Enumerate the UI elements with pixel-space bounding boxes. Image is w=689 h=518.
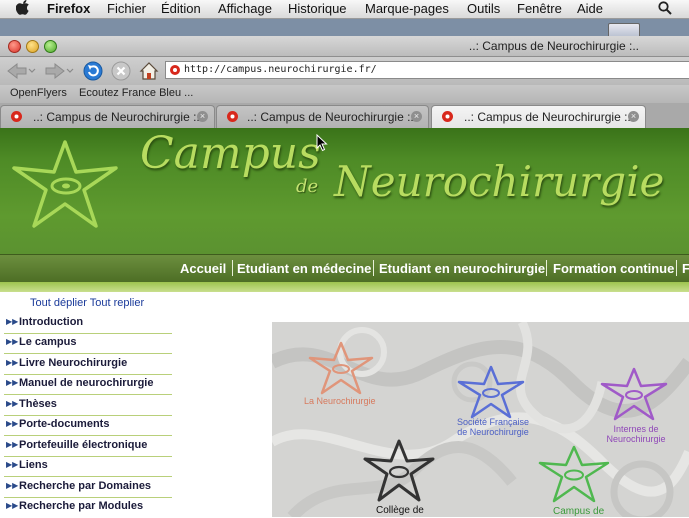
sidebar-item-livre[interactable]: ▶▶ Livre Neurochirurgie xyxy=(4,355,172,375)
node-label-sfn[interactable]: Société Française de Neurochirurgie xyxy=(451,417,535,437)
tab-close-icon[interactable]: × xyxy=(411,111,422,122)
menu-marque-pages[interactable]: Marque-pages xyxy=(365,1,449,16)
sidebar-item-introduction[interactable]: ▶▶ Introduction xyxy=(4,314,172,334)
banner-title-neurochirurgie: Neurochirurgie xyxy=(334,157,665,206)
sidebar-item-porte-documents[interactable]: ▶▶ Porte-documents xyxy=(4,416,172,436)
menu-firefox[interactable]: Firefox xyxy=(47,1,90,16)
mac-menu-bar: Firefox Fichier Édition Affichage Histor… xyxy=(0,0,689,19)
site-favicon-icon xyxy=(169,64,181,79)
tab-2[interactable]: ..: Campus de Neurochirurgie :.. × xyxy=(216,105,429,128)
site-navigation: Accueil Etudiant en médecine Etudiant en… xyxy=(0,254,689,282)
sidebar-item-theses[interactable]: ▶▶ Thèses xyxy=(4,396,172,416)
tab-favicon-icon xyxy=(226,110,239,123)
tab-bar: ..: Campus de Neurochirurgie :.. × ..: C… xyxy=(0,103,689,128)
main-neuron-map: La Neurochirurgie Société Française de N… xyxy=(272,322,689,517)
menu-fichier[interactable]: Fichier xyxy=(107,1,146,16)
nav-more[interactable]: F xyxy=(682,261,689,276)
nav-separator xyxy=(546,260,547,276)
nav-etudiant-medecine[interactable]: Etudiant en médecine xyxy=(237,261,371,276)
sidebar-item-recherche-modules[interactable]: ▶▶ Recherche par Modules xyxy=(4,498,172,518)
neuron-node-sfn-icon[interactable] xyxy=(455,364,527,420)
chevron-right-icon: ▶▶ xyxy=(6,501,19,510)
minimize-window-button[interactable] xyxy=(26,40,39,53)
tab-close-icon[interactable]: × xyxy=(197,111,208,122)
close-window-button[interactable] xyxy=(8,40,21,53)
sidebar-item-portefeuille[interactable]: ▶▶ Portefeuille électronique xyxy=(4,437,172,457)
home-button[interactable] xyxy=(138,60,160,82)
apple-icon[interactable] xyxy=(15,0,29,18)
chevron-right-icon: ▶▶ xyxy=(6,317,19,326)
chevron-right-icon: ▶▶ xyxy=(6,481,19,490)
home-icon xyxy=(139,62,159,80)
nav-separator xyxy=(373,260,374,276)
reload-button[interactable] xyxy=(82,60,104,82)
tab-label: ..: Campus de Neurochirurgie :.. xyxy=(464,110,635,124)
menu-outils[interactable]: Outils xyxy=(467,1,500,16)
tab-3-active[interactable]: ..: Campus de Neurochirurgie :.. × xyxy=(431,105,646,128)
stop-button[interactable] xyxy=(110,60,132,82)
forward-button[interactable] xyxy=(42,60,76,82)
tab-favicon-icon xyxy=(10,110,23,123)
menu-edition[interactable]: Édition xyxy=(161,1,201,16)
chevron-right-icon: ▶▶ xyxy=(6,460,19,469)
banner-title-de: de xyxy=(296,176,319,197)
tab-close-icon[interactable]: × xyxy=(628,111,639,122)
site-banner: Campus de Neurochirurgie xyxy=(0,128,689,254)
nav-accueil[interactable]: Accueil xyxy=(180,261,226,276)
neuron-node-college-icon[interactable] xyxy=(361,438,437,504)
nav-etudiant-neurochirurgie[interactable]: Etudiant en neurochirurgie xyxy=(379,261,545,276)
tab-favicon-icon xyxy=(441,110,454,123)
nav-separator xyxy=(232,260,233,276)
url-bar[interactable]: http://campus.neurochirurgie.fr/ xyxy=(165,61,689,79)
window-title: ..: Campus de Neurochirurgie :.. xyxy=(468,39,639,53)
node-label-campus[interactable]: Campus de xyxy=(553,506,604,517)
sidebar-item-recherche-domaines[interactable]: ▶▶ Recherche par Domaines xyxy=(4,478,172,498)
sidebar-item-liens[interactable]: ▶▶ Liens xyxy=(4,457,172,477)
node-label-neurochirurgie[interactable]: La Neurochirurgie xyxy=(304,396,376,406)
navigation-toolbar: http://campus.neurochirurgie.fr/ xyxy=(0,57,689,85)
url-text[interactable]: http://campus.neurochirurgie.fr/ xyxy=(184,64,377,75)
chevron-right-icon: ▶▶ xyxy=(6,419,19,428)
forward-arrow-icon xyxy=(45,62,74,80)
sidebar-item-le-campus[interactable]: ▶▶ Le campus xyxy=(4,334,172,354)
chevron-right-icon: ▶▶ xyxy=(6,358,19,367)
bookmark-france-bleu[interactable]: Ecoutez France Bleu ... xyxy=(79,87,193,99)
neuron-node-campus-icon[interactable] xyxy=(536,444,612,504)
nav-formation-continue[interactable]: Formation continue xyxy=(553,261,674,276)
zoom-window-button[interactable] xyxy=(44,40,57,53)
menu-aide[interactable]: Aide xyxy=(577,1,603,16)
spotlight-search-icon[interactable] xyxy=(658,1,672,18)
menu-historique[interactable]: Historique xyxy=(288,1,347,16)
stop-icon xyxy=(111,61,131,81)
chevron-right-icon: ▶▶ xyxy=(6,378,19,387)
node-label-internes[interactable]: Internes de Neurochirurgie xyxy=(598,424,674,444)
chevron-right-icon: ▶▶ xyxy=(6,399,19,408)
back-arrow-icon xyxy=(7,62,36,80)
desktop-background xyxy=(0,19,689,36)
menu-fenetre[interactable]: Fenêtre xyxy=(517,1,562,16)
back-button[interactable] xyxy=(4,60,38,82)
neuron-logo-icon[interactable] xyxy=(10,138,120,230)
tab-label: ..: Campus de Neurochirurgie :.. xyxy=(247,110,418,124)
node-label-college[interactable]: Collège de xyxy=(376,505,424,516)
neuron-node-neurochirurgie-icon[interactable] xyxy=(306,340,376,396)
tab-1[interactable]: ..: Campus de Neurochirurgie :.. × xyxy=(0,105,215,128)
mouse-cursor-icon xyxy=(316,134,328,152)
bookmark-openflyers[interactable]: OpenFlyers xyxy=(10,87,67,99)
chevron-right-icon: ▶▶ xyxy=(6,337,19,346)
sidebar-item-manuel[interactable]: ▶▶ Manuel de neurochirurgie xyxy=(4,375,172,395)
banner-title-campus: Campus xyxy=(140,128,321,179)
neuron-node-internes-icon[interactable] xyxy=(598,366,670,422)
expand-collapse-links[interactable]: Tout déplier Tout replier xyxy=(30,297,144,309)
window-titlebar[interactable]: ..: Campus de Neurochirurgie :.. xyxy=(0,36,689,57)
menu-underline xyxy=(0,282,689,292)
bookmarks-toolbar: OpenFlyers Ecoutez France Bleu ... xyxy=(0,85,689,104)
tab-label: ..: Campus de Neurochirurgie :.. xyxy=(33,110,204,124)
chevron-right-icon: ▶▶ xyxy=(6,440,19,449)
nav-separator xyxy=(676,260,677,276)
menu-affichage[interactable]: Affichage xyxy=(218,1,272,16)
reload-icon xyxy=(83,61,103,81)
